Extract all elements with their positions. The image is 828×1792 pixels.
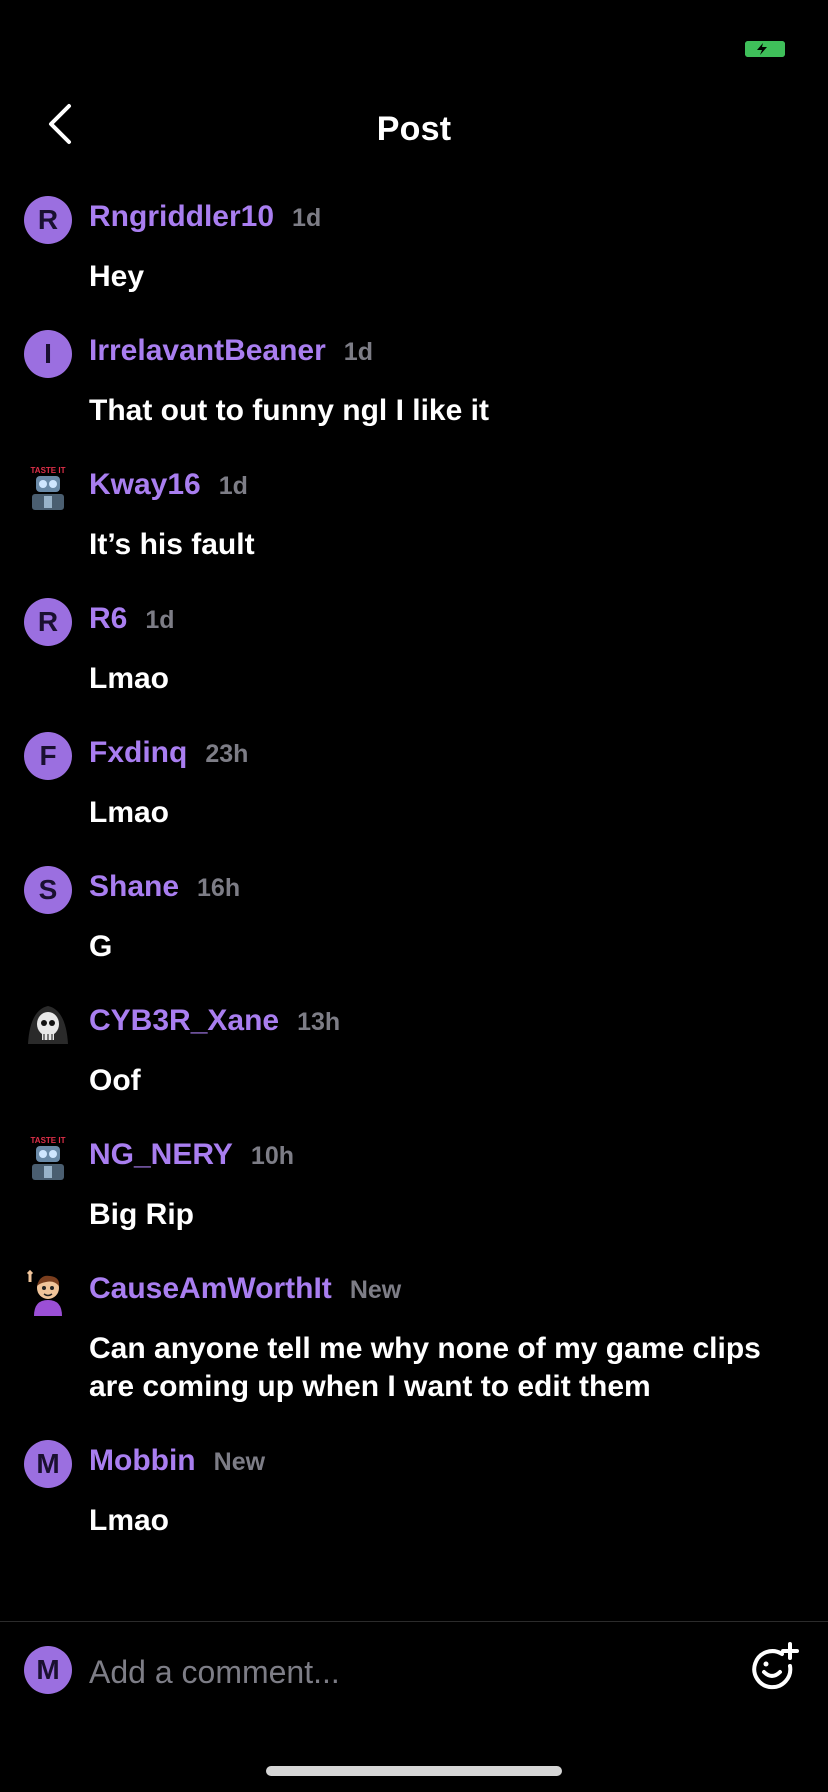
current-user-avatar: M: [24, 1646, 72, 1694]
taste-it-robot-avatar[interactable]: TASTE IT: [24, 464, 72, 512]
avatar-letter: R: [37, 606, 59, 637]
avatar[interactable]: S: [24, 866, 72, 914]
comment-text: Lmao: [89, 796, 170, 829]
avatar-letter: F: [39, 740, 57, 771]
comment-header: IrrelavantBeaner 1d: [89, 334, 373, 374]
comment-text: Hey: [89, 260, 145, 293]
avatar-letter: R: [37, 204, 59, 235]
comment-text: Oof: [89, 1064, 141, 1097]
comment-header: NG_NERY 10h: [89, 1138, 294, 1178]
timestamp: 1d: [145, 606, 175, 634]
skull-reaper-avatar[interactable]: [24, 1000, 72, 1048]
comment-item: S Shane 16h G: [0, 860, 828, 994]
comment-item: R Rngriddler10 1d Hey: [0, 190, 828, 324]
comment-header: Mobbin New: [89, 1444, 265, 1484]
timestamp: New: [213, 1448, 266, 1476]
avatar-letter: M: [36, 1654, 60, 1685]
avatar[interactable]: M: [24, 1440, 72, 1488]
nav-bar: Post: [0, 90, 828, 170]
comment-header: CYB3R_Xane 13h: [89, 1004, 340, 1044]
comment-header: Fxdinq 23h: [89, 736, 248, 776]
avatar[interactable]: F: [24, 732, 72, 780]
comment-header: CauseAmWorthIt New: [89, 1272, 401, 1312]
comment-item: CYB3R_Xane 13h Oof: [0, 994, 828, 1128]
timestamp: 1d: [218, 472, 248, 500]
timestamp: 16h: [197, 874, 241, 902]
timestamp: 13h: [297, 1008, 341, 1036]
svg-text:TASTE IT: TASTE IT: [31, 466, 66, 475]
avatar-letter: S: [38, 874, 58, 905]
battery-charging-icon: [745, 41, 785, 57]
svg-text:TASTE IT: TASTE IT: [31, 1136, 66, 1145]
timestamp: 10h: [250, 1142, 295, 1170]
comment-header: R6 1d: [89, 602, 175, 642]
avatar-letter: M: [36, 1448, 60, 1479]
comment-header: Shane 16h: [89, 870, 240, 910]
avatar[interactable]: R: [24, 598, 72, 646]
username[interactable]: Fxdinq: [89, 736, 187, 770]
timestamp: New: [349, 1276, 402, 1304]
username[interactable]: Shane: [89, 870, 179, 904]
status-bar: [0, 0, 828, 90]
username[interactable]: R6: [89, 602, 127, 636]
avatar-letter: I: [44, 338, 52, 369]
username[interactable]: NG_NERY: [89, 1138, 233, 1172]
comment-item: I IrrelavantBeaner 1d That out to funny …: [0, 324, 828, 458]
comment-item: CauseAmWorthIt New Can anyone tell me wh…: [0, 1262, 828, 1434]
username[interactable]: Rngriddler10: [89, 200, 274, 234]
comment-text: Lmao: [89, 1504, 170, 1537]
comment-list: R Rngriddler10 1d Hey I IrrelavantBeaner…: [0, 190, 828, 1568]
avatar[interactable]: I: [24, 330, 72, 378]
comment-item: F Fxdinq 23h Lmao: [0, 726, 828, 860]
comment-text: Big Rip: [89, 1198, 194, 1231]
comment-item: TASTE IT Kway16 1d It’s his fault: [0, 458, 828, 592]
username[interactable]: IrrelavantBeaner: [89, 334, 326, 368]
comment-text: Can anyone tell me why none of my game c…: [89, 1332, 761, 1403]
comment-composer: M: [0, 1622, 828, 1722]
home-indicator[interactable]: [266, 1766, 562, 1776]
username[interactable]: Kway16: [89, 468, 201, 502]
page-title: Post: [376, 110, 452, 148]
add-emote-button[interactable]: [746, 1638, 802, 1694]
cartoon-person-avatar[interactable]: [24, 1268, 72, 1316]
comment-item: R R6 1d Lmao: [0, 592, 828, 726]
comment-input[interactable]: [89, 1650, 689, 1694]
comment-header: Kway16 1d: [89, 468, 248, 508]
comment-text: G: [89, 930, 113, 963]
username[interactable]: CauseAmWorthIt: [89, 1272, 332, 1306]
comment-header: Rngriddler10 1d: [89, 200, 321, 240]
timestamp: 23h: [205, 740, 249, 768]
avatar[interactable]: R: [24, 196, 72, 244]
comment-text: That out to funny ngl I like it: [89, 394, 489, 427]
username[interactable]: Mobbin: [89, 1444, 196, 1478]
taste-it-robot-avatar[interactable]: TASTE IT: [24, 1134, 72, 1182]
comment-item: M Mobbin New Lmao: [0, 1434, 828, 1568]
timestamp: 1d: [292, 204, 322, 232]
username[interactable]: CYB3R_Xane: [89, 1004, 279, 1038]
comment-text: Lmao: [89, 662, 170, 695]
comment-text: It’s his fault: [89, 528, 255, 561]
comment-item: TASTE IT NG_NERY 10h Big Rip: [0, 1128, 828, 1262]
add-emote-icon: [752, 1642, 799, 1690]
timestamp: 1d: [343, 338, 373, 366]
